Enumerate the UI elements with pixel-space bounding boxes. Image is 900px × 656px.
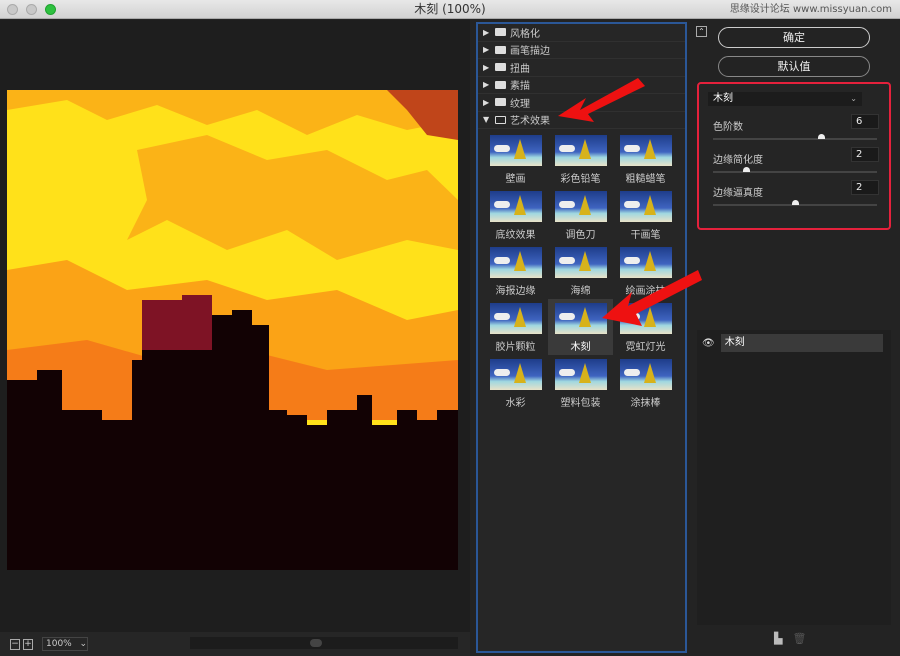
param-slider[interactable] [713, 134, 877, 140]
category-4[interactable]: ▶ 纹理 [478, 94, 685, 112]
slider-knob[interactable] [792, 200, 799, 205]
chevron-down-icon: ⌄ [850, 94, 857, 103]
triangle-right-icon: ▶ [483, 27, 490, 37]
filter-thumbnail[interactable]: 粗糙蜡笔 [613, 131, 678, 187]
param-value-input[interactable]: 6 [851, 114, 879, 129]
triangle-down-icon: ▼ [483, 115, 490, 125]
filter-thumbnail[interactable]: 塑料包装 [548, 355, 613, 411]
scroll-thumb[interactable] [310, 639, 322, 647]
filter-gallery: ▶ 风格化 ▶ 画笔描边 ▶ 扭曲 ▶ 素描 ▶ 纹理 ▼ 艺术效果 壁画 彩色铅笔 粗糙蜡笔底纹效果 调色… [476, 22, 687, 653]
ok-button[interactable]: 确定 [718, 27, 870, 48]
settings-panel: ⌃ 确定 默认值 木刻 ⌄ 色阶数 6 边缘简化度 2 边缘逼真度 2 👁 木刻 ▙ 🗑 [690, 20, 900, 656]
triangle-right-icon: ▶ [483, 45, 490, 55]
filter-thumbnail[interactable]: 彩色铅笔 [548, 131, 613, 187]
filter-thumbnail[interactable]: 海绵 [548, 243, 613, 299]
window-title: 木刻 (100%) [414, 2, 486, 16]
category-0[interactable]: ▶ 风格化 [478, 24, 685, 42]
filter-preview-image [489, 247, 542, 278]
category-2[interactable]: ▶ 扭曲 [478, 59, 685, 77]
filter-preview-image [619, 135, 672, 166]
filter-thumbnail[interactable]: 海报边缘 [483, 243, 548, 299]
filter-preview-image [489, 191, 542, 222]
filter-preview-image [619, 247, 672, 278]
folder-icon [495, 115, 506, 124]
collapse-icon[interactable]: ⌃ [696, 26, 707, 37]
slider-knob[interactable] [742, 167, 750, 172]
folder-icon [495, 63, 506, 72]
param-slider[interactable] [713, 167, 877, 173]
filter-thumbnail[interactable]: 底纹效果 [483, 187, 548, 243]
triangle-right-icon: ▶ [483, 62, 490, 72]
filter-preview-image [489, 135, 542, 166]
param-value-input[interactable]: 2 [851, 180, 879, 195]
zoom-button[interactable] [45, 4, 56, 15]
watermark: 思缘设计论坛 www.missyuan.com [729, 4, 892, 15]
category-1[interactable]: ▶ 画笔描边 [478, 42, 685, 59]
folder-icon [495, 45, 506, 54]
title-bar: 木刻 (100%) 思缘设计论坛 www.missyuan.com [0, 0, 900, 19]
filter-thumbnail[interactable]: 调色刀 [548, 187, 613, 243]
category-3[interactable]: ▶ 素描 [478, 77, 685, 94]
preview-area [0, 20, 470, 632]
filter-thumbnail[interactable]: 霓虹灯光 [613, 299, 678, 355]
param-row: 边缘简化度 2 [713, 147, 883, 173]
horizontal-scrollbar[interactable] [190, 637, 458, 649]
filter-preview-image [554, 247, 607, 278]
filter-select[interactable]: 木刻 ⌄ [708, 92, 862, 106]
triangle-right-icon: ▶ [483, 97, 490, 107]
effect-layer[interactable]: 👁 木刻 [699, 334, 883, 352]
filter-thumbnail[interactable]: 水彩 [483, 355, 548, 411]
window-controls [7, 4, 56, 15]
triangle-right-icon: ▶ [483, 80, 490, 90]
zoom-in-button[interactable]: + [23, 638, 33, 650]
filter-settings: 木刻 ⌄ 色阶数 6 边缘简化度 2 边缘逼真度 2 [697, 82, 891, 230]
filter-thumbnail[interactable]: 木刻 [548, 299, 613, 355]
filter-preview-image [554, 191, 607, 222]
filter-preview-image [554, 303, 607, 334]
filter-preview-image [619, 359, 672, 390]
eye-icon[interactable]: 👁 [702, 338, 715, 349]
filter-preview-image [619, 303, 672, 334]
chevron-down-icon: ⌄ [79, 639, 87, 649]
filter-preview-image [619, 191, 672, 222]
filter-thumbnail[interactable]: 干画笔 [613, 187, 678, 243]
param-slider[interactable] [713, 200, 877, 206]
param-value-input[interactable]: 2 [851, 147, 879, 162]
filter-preview-image [554, 359, 607, 390]
new-layer-icon[interactable]: ▙ [774, 632, 782, 645]
default-button[interactable]: 默认值 [718, 56, 870, 77]
param-row: 边缘逼真度 2 [713, 180, 883, 206]
preview-image [7, 90, 458, 570]
close-button[interactable] [7, 4, 18, 15]
effect-layers: 👁 木刻 [697, 330, 891, 625]
slider-knob[interactable] [818, 134, 826, 139]
category-5[interactable]: ▼ 艺术效果 [478, 112, 685, 129]
filter-thumbnail[interactable]: 壁画 [483, 131, 548, 187]
filter-preview-image [554, 135, 607, 166]
filter-thumbnail[interactable]: 胶片颗粒 [483, 299, 548, 355]
folder-icon [495, 80, 506, 89]
layer-actions: ▙ 🗑 [774, 632, 806, 645]
filter-thumbnail[interactable]: 绘画涂抹 [613, 243, 678, 299]
param-row: 色阶数 6 [713, 114, 883, 140]
filter-thumbnail[interactable]: 涂抹棒 [613, 355, 678, 411]
filter-preview-image [489, 359, 542, 390]
folder-icon [495, 28, 506, 37]
folder-icon [495, 98, 506, 107]
filter-preview-image [489, 303, 542, 334]
minimize-button[interactable] [26, 4, 37, 15]
trash-icon[interactable]: 🗑 [792, 632, 806, 645]
zoom-select[interactable]: 100% ⌄ [42, 637, 88, 651]
zoom-out-button[interactable]: − [10, 638, 20, 650]
